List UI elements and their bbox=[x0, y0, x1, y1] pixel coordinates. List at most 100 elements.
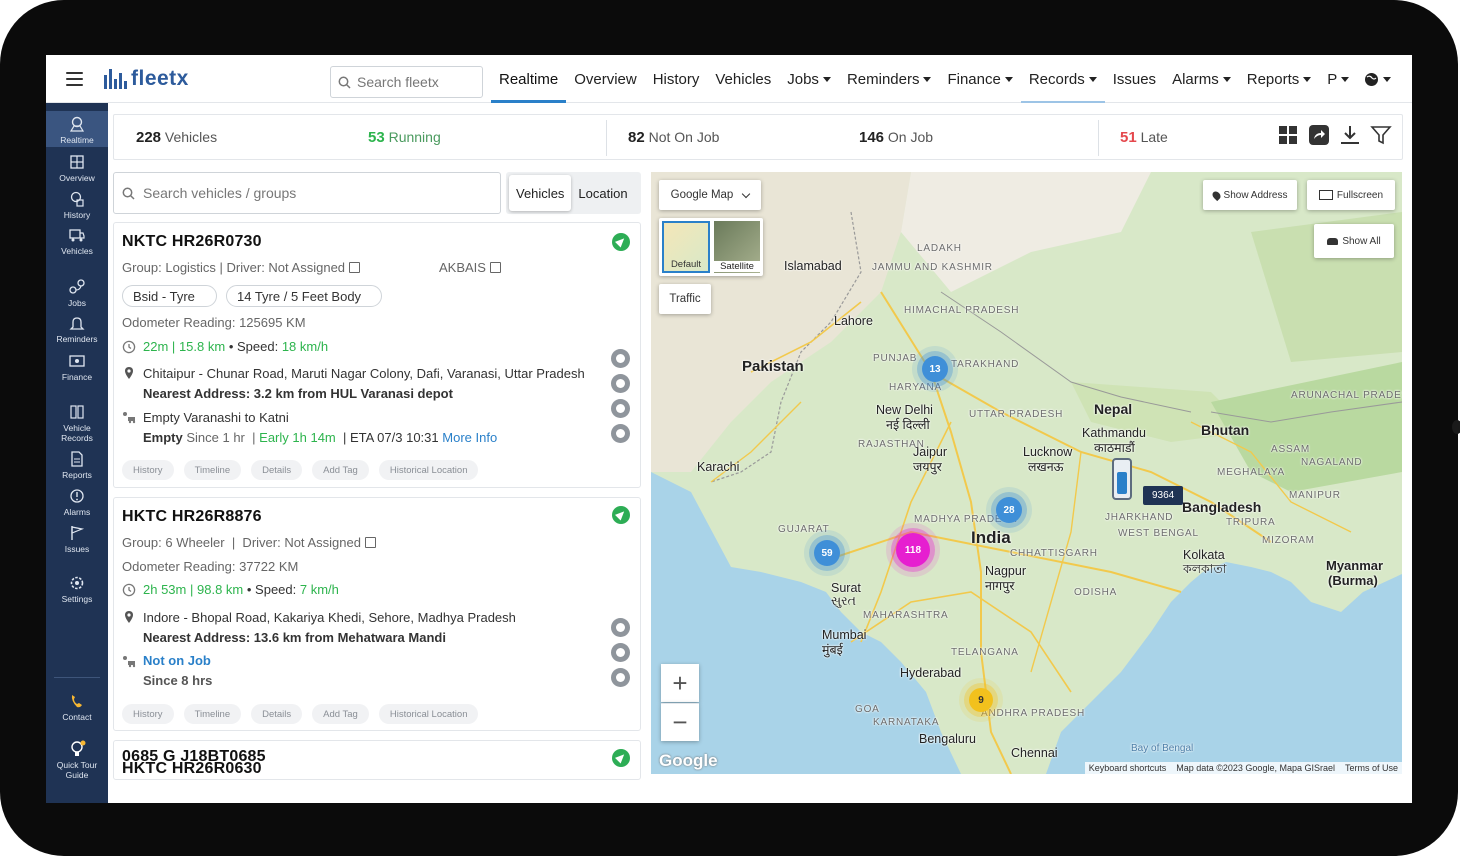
nav-issues[interactable]: Issues bbox=[1105, 55, 1164, 103]
history-tag[interactable]: History bbox=[122, 704, 174, 724]
summary-late[interactable]: 51 Late bbox=[1120, 129, 1168, 146]
global-search-input[interactable]: Search fleetx bbox=[330, 66, 483, 98]
fleet-map[interactable]: Google Map Default Satellite Traffic Sho… bbox=[651, 172, 1402, 774]
nav-reports[interactable]: Reports bbox=[1239, 55, 1320, 103]
nav-jobs[interactable]: Jobs bbox=[779, 55, 839, 103]
sidebar-item-reports[interactable]: Reports bbox=[46, 446, 108, 480]
add-tag-button[interactable]: Add Tag bbox=[312, 460, 369, 480]
map-label-jharkhand: JHARKHAND bbox=[1105, 512, 1174, 523]
fleetx-logo[interactable]: fleetx bbox=[104, 67, 189, 91]
on-job-count: 146 bbox=[859, 129, 885, 146]
edit-driver-icon[interactable] bbox=[349, 262, 361, 273]
summary-not-on-job[interactable]: 82 Not On Job bbox=[628, 129, 719, 146]
edit-driver-icon[interactable] bbox=[364, 537, 376, 548]
nav-p[interactable]: P bbox=[1319, 55, 1357, 103]
historical-location-tag[interactable]: Historical Location bbox=[378, 460, 479, 480]
sidebar-item-vehicle-records[interactable]: Vehicle Records bbox=[46, 399, 108, 443]
timeline-tag[interactable]: Timeline bbox=[183, 460, 242, 480]
vehicle-marker-label[interactable]: 9364 bbox=[1143, 486, 1184, 505]
vehicle-cluster-marker[interactable]: 118 bbox=[896, 533, 930, 567]
jobs-icon bbox=[69, 279, 85, 294]
show-address-button[interactable]: Show Address bbox=[1203, 180, 1297, 210]
vehicle-cluster-marker[interactable]: 9 bbox=[969, 688, 993, 712]
historical-location-tag[interactable]: Historical Location bbox=[378, 704, 479, 724]
nav-history[interactable]: History bbox=[645, 55, 708, 103]
show-all-button[interactable]: Show All bbox=[1314, 224, 1394, 258]
sidebar-item-reminders[interactable]: Reminders bbox=[46, 310, 108, 346]
map-label-mumbai-hi: मुंबई bbox=[822, 643, 843, 657]
sidebar-item-issues[interactable]: Issues bbox=[46, 520, 108, 554]
call-icon[interactable] bbox=[611, 349, 630, 368]
zoom-in-button[interactable]: + bbox=[661, 664, 699, 702]
share-icon[interactable] bbox=[1308, 124, 1330, 146]
keyboard-shortcuts-link[interactable]: Keyboard shortcuts bbox=[1089, 763, 1167, 773]
details-tag[interactable]: Details bbox=[251, 460, 303, 480]
nav-vehicles[interactable]: Vehicles bbox=[707, 55, 779, 103]
message-icon[interactable] bbox=[611, 399, 630, 418]
download-icon[interactable] bbox=[1339, 124, 1361, 146]
sidebar-item-jobs[interactable]: Jobs bbox=[46, 274, 108, 308]
sidebar-item-settings[interactable]: Settings bbox=[46, 570, 108, 604]
tab-vehicles[interactable]: Vehicles bbox=[509, 175, 572, 211]
vehicle-cluster-marker[interactable]: 28 bbox=[996, 497, 1022, 523]
sidebar-item-contact[interactable]: Contact bbox=[46, 688, 108, 722]
history-tag[interactable]: History bbox=[122, 460, 174, 480]
more-info-link[interactable]: More Info bbox=[442, 430, 497, 445]
map-label-maharashtra: MAHARASHTRA bbox=[863, 610, 949, 621]
sidebar-item-history[interactable]: History bbox=[46, 186, 108, 220]
vehicle-name-secondary[interactable]: HKTC HR26R0630 bbox=[122, 761, 262, 777]
summary-running[interactable]: 53 Running bbox=[368, 129, 441, 146]
details-tag[interactable]: Details bbox=[251, 704, 303, 724]
nav-finance[interactable]: Finance bbox=[939, 55, 1020, 103]
map-label-odisha: ODISHA bbox=[1074, 587, 1118, 598]
terms-of-use-link[interactable]: Terms of Use bbox=[1345, 763, 1398, 773]
vehicle-card[interactable]: HKTC HR26R8876 Group: 6 Wheeler | Driver… bbox=[113, 497, 641, 731]
settings-icon[interactable] bbox=[611, 668, 630, 687]
globe-menu-icon[interactable] bbox=[1364, 72, 1391, 87]
summary-on-job[interactable]: 146 On Job bbox=[859, 129, 933, 146]
fullscreen-button[interactable]: Fullscreen bbox=[1307, 180, 1395, 210]
vehicle-card[interactable]: NKTC HR26R0730 Group: Logistics | Driver… bbox=[113, 222, 641, 488]
nav-alarms[interactable]: Alarms bbox=[1164, 55, 1239, 103]
add-tag-button[interactable]: Add Tag bbox=[312, 704, 369, 724]
map-type-dropdown[interactable]: Google Map bbox=[659, 180, 761, 210]
trip-distance: 98.8 km bbox=[197, 582, 244, 597]
vehicle-search-input[interactable]: Search vehicles / groups bbox=[113, 172, 501, 214]
map-label-tripura: TRIPURA bbox=[1226, 517, 1276, 528]
settings-icon[interactable] bbox=[611, 424, 630, 443]
sidebar-item-vehicles[interactable]: Vehicles bbox=[46, 222, 108, 256]
share-location-icon[interactable] bbox=[611, 374, 630, 393]
vehicle-cluster-marker[interactable]: 59 bbox=[814, 540, 840, 566]
map-label-lucknow-hi: लखनऊ bbox=[1028, 460, 1064, 474]
vehicle-name[interactable]: NKTC HR26R0730 bbox=[122, 233, 262, 251]
map-label-west-bengal: WEST BENGAL bbox=[1118, 528, 1199, 539]
sidebar-item-quick-tour-guide[interactable]: Quick Tour Guide bbox=[46, 736, 108, 780]
summary-total-vehicles[interactable]: 228 Vehicles bbox=[136, 129, 217, 146]
traffic-toggle[interactable]: Traffic bbox=[659, 284, 711, 314]
nav-realtime[interactable]: Realtime bbox=[491, 55, 567, 103]
filter-icon[interactable] bbox=[1370, 124, 1392, 146]
vehicle-name[interactable]: HKTC HR26R8876 bbox=[122, 508, 262, 526]
edit-extra-icon[interactable] bbox=[489, 262, 501, 273]
layer-satellite-thumb[interactable]: Satellite bbox=[714, 221, 760, 273]
vehicle-card[interactable]: 0685 G J18BT0685 HKTC HR26R0630 bbox=[113, 740, 641, 780]
layer-default-thumb[interactable]: Default bbox=[662, 221, 710, 273]
sidebar-item-realtime[interactable]: Realtime bbox=[46, 111, 108, 147]
nav-overview[interactable]: Overview bbox=[566, 55, 645, 103]
zoom-out-button[interactable]: − bbox=[661, 703, 699, 741]
vehicle-marker-icon[interactable] bbox=[1112, 458, 1132, 500]
share-location-icon[interactable] bbox=[611, 618, 630, 637]
nav-reminders[interactable]: Reminders bbox=[839, 55, 940, 103]
sidebar-item-label: Alarms bbox=[63, 507, 91, 517]
hamburger-menu-icon[interactable] bbox=[66, 72, 83, 86]
message-icon[interactable] bbox=[611, 643, 630, 662]
sidebar-item-finance[interactable]: Finance bbox=[46, 348, 108, 382]
grid-view-icon[interactable] bbox=[1277, 124, 1299, 146]
map-label-lahore: Lahore bbox=[834, 314, 873, 328]
timeline-tag[interactable]: Timeline bbox=[183, 704, 242, 724]
sidebar-item-overview[interactable]: Overview bbox=[46, 149, 108, 183]
tab-location[interactable]: Location bbox=[571, 175, 634, 211]
vehicle-cluster-marker[interactable]: 13 bbox=[922, 356, 948, 382]
nav-records[interactable]: Records bbox=[1020, 55, 1105, 103]
sidebar-item-alarms[interactable]: Alarms bbox=[46, 483, 108, 517]
